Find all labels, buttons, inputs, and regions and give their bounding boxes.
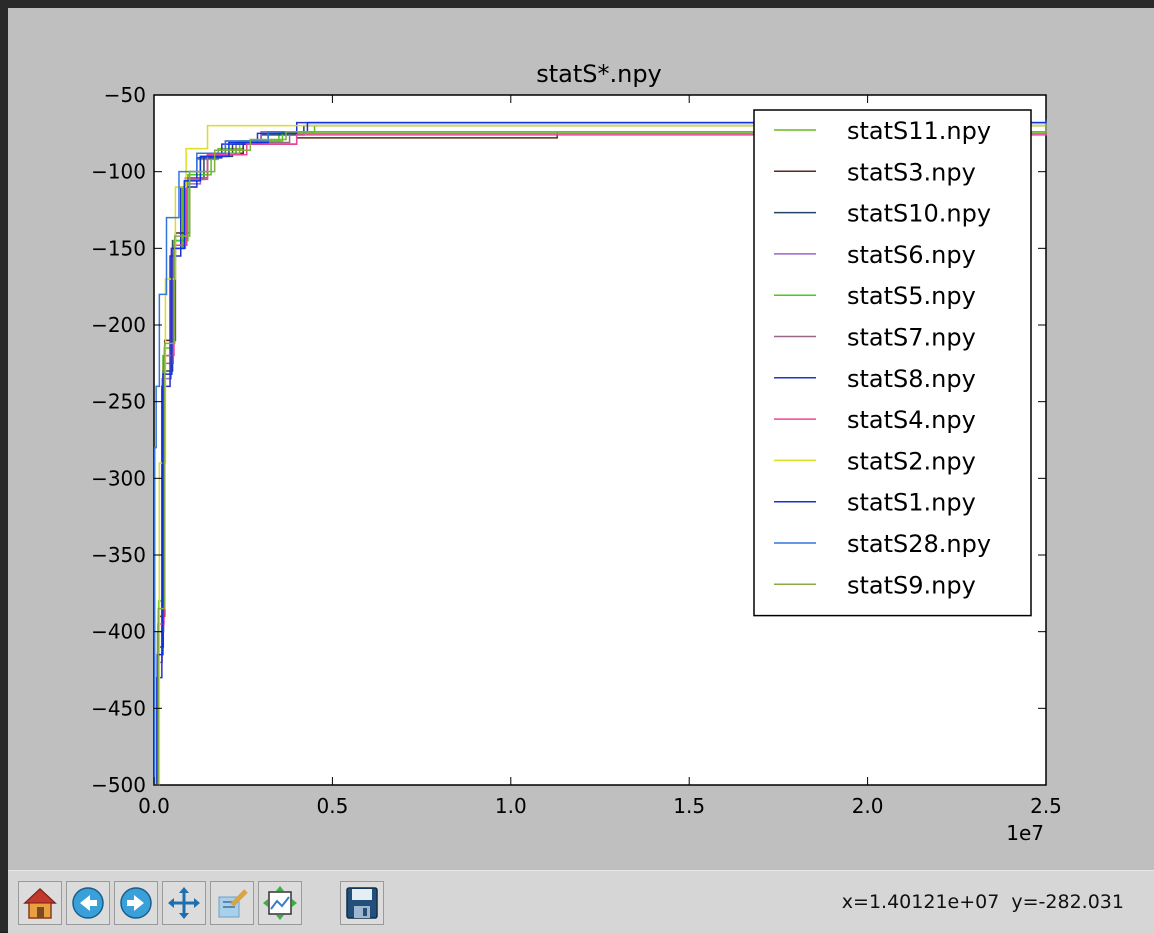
chart-title: statS*.npy xyxy=(536,60,662,88)
cursor-coordinates: x=1.40121e+07 y=-282.031 xyxy=(841,891,1124,913)
zoom-icon xyxy=(218,889,248,918)
zoom-button[interactable] xyxy=(210,881,254,925)
figure-canvas[interactable]: statS*.npy 0.0 0.5 1.0 1.5 2.0 2.5 −50 −100 −150… xyxy=(0,0,1154,870)
legend-label: statS1.npy xyxy=(847,489,976,517)
back-button[interactable] xyxy=(66,881,110,925)
back-icon xyxy=(72,887,104,919)
y-tick-label: −100 xyxy=(91,160,146,184)
legend-label: statS3.npy xyxy=(847,158,976,186)
legend-label: statS2.npy xyxy=(847,447,976,475)
y-tick-label: −50 xyxy=(104,83,146,107)
home-button[interactable] xyxy=(18,881,62,925)
subplots-button[interactable] xyxy=(258,881,302,925)
pan-icon xyxy=(168,887,200,919)
save-icon xyxy=(346,887,378,919)
x-tick-label: 1.5 xyxy=(673,794,705,818)
x-tick-label: 2.0 xyxy=(852,794,884,818)
y-tick-label: −300 xyxy=(91,466,146,490)
y-tick-label: −350 xyxy=(91,543,146,567)
forward-icon xyxy=(120,887,152,919)
x-tick-label: 0.0 xyxy=(138,794,170,818)
legend-label: statS6.npy xyxy=(847,241,976,269)
navigation-toolbar: x=1.40121e+07 y=-282.031 xyxy=(8,870,1154,933)
legend-label: statS5.npy xyxy=(847,282,976,310)
forward-button[interactable] xyxy=(114,881,158,925)
legend-label: statS28.npy xyxy=(847,530,991,558)
save-button[interactable] xyxy=(340,881,384,925)
y-tick-label: −200 xyxy=(91,313,146,337)
legend-label: statS11.npy xyxy=(847,117,991,145)
x-tick-label: 0.5 xyxy=(316,794,348,818)
y-tick-label: −450 xyxy=(91,696,146,720)
home-icon xyxy=(23,887,57,919)
legend-label: statS10.npy xyxy=(847,200,991,228)
legend-label: statS8.npy xyxy=(847,365,976,393)
x-tick-label: 2.5 xyxy=(1030,794,1062,818)
pan-button[interactable] xyxy=(162,881,206,925)
legend: statS11.npy statS3.npy statS10.npy statS6.n… xyxy=(753,109,1032,617)
y-tick-label: −250 xyxy=(91,390,146,414)
legend-label: statS9.npy xyxy=(847,571,976,599)
y-tick-label: −400 xyxy=(91,620,146,644)
subplots-icon xyxy=(263,886,297,920)
x-tick-label: 1.0 xyxy=(495,794,527,818)
x-offset-label: 1e7 xyxy=(1006,821,1044,845)
legend-label: statS7.npy xyxy=(847,324,976,352)
y-tick-label: −500 xyxy=(91,773,146,797)
legend-label: statS4.npy xyxy=(847,406,976,434)
y-tick-label: −150 xyxy=(91,236,146,260)
